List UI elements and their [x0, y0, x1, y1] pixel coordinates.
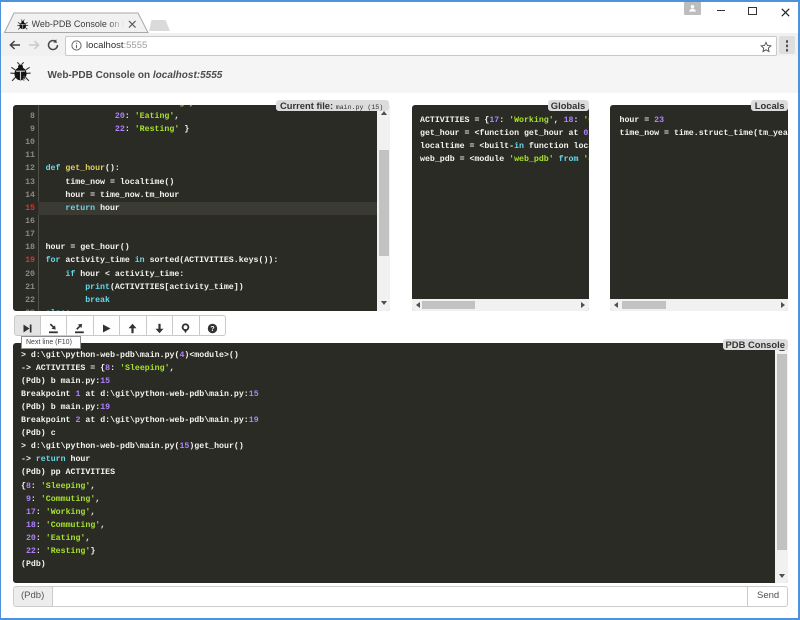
svg-text:?: ?: [210, 326, 214, 333]
